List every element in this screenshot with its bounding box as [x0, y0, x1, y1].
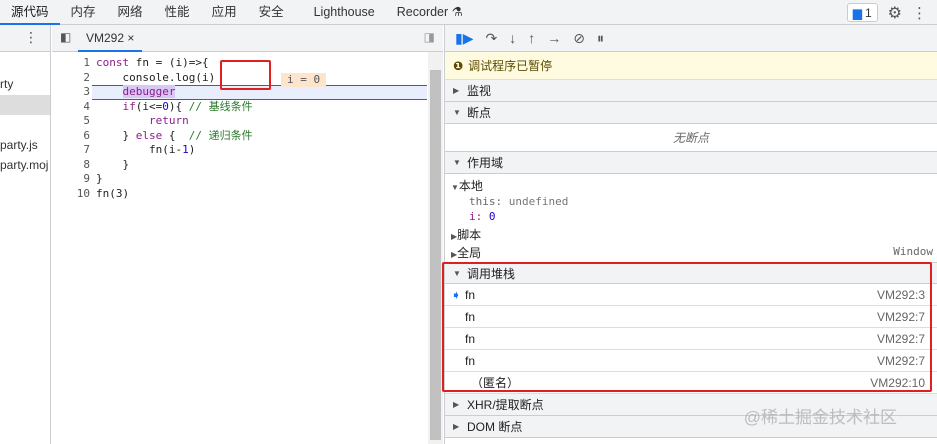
tab-application[interactable]: 应用 [201, 0, 248, 25]
code-line: } [96, 157, 130, 171]
scope-local[interactable]: ▼本地 [451, 177, 483, 194]
inline-value: i = 0 [281, 73, 327, 87]
more-icon[interactable]: ⋮ [24, 29, 38, 46]
section-breakpoints[interactable]: ▼ 断点 [445, 102, 937, 124]
step-icon[interactable]: → [547, 30, 561, 46]
scope-label: 全局 [457, 246, 482, 260]
file-tab-label: VM292 [86, 30, 125, 45]
line-number[interactable]: 8 [52, 158, 90, 173]
paused-text: 调试程序已暂停 [468, 59, 553, 73]
tab-security[interactable]: 安全 [248, 0, 295, 25]
code-line: fn(i-1) [96, 143, 196, 156]
close-icon[interactable]: × [127, 31, 134, 45]
tab-network[interactable]: 网络 [107, 0, 154, 25]
scope-var-this: this: undefined [469, 195, 568, 208]
issues-count: 1 [864, 5, 872, 20]
line-number[interactable]: 1 [52, 56, 90, 71]
debugger-toolbar: ▮▶ ↷ ↓ ↑ → ⊘ ⏸ [445, 25, 937, 52]
file-navigator: ⋮ rty party.js party.moj [0, 25, 51, 444]
message-icon: ▆ [852, 5, 862, 20]
annotation-box [220, 60, 271, 90]
watermark: @稀土掘金技术社区 [743, 408, 897, 427]
code-line: } else { // 递归条件 [96, 128, 253, 142]
nav-selected-item[interactable] [0, 95, 50, 115]
line-number[interactable]: 10 [52, 187, 90, 202]
line-number[interactable]: 5 [52, 114, 90, 129]
code-line: debugger [122, 85, 176, 98]
info-icon: ❶ [453, 58, 464, 73]
section-label: 监视 [467, 84, 492, 98]
nav-item[interactable]: party.moj [0, 158, 48, 172]
code-line: const fn = (i)=>{ [96, 56, 209, 69]
step-out-icon[interactable]: ↑ [528, 30, 535, 46]
code-line: return [148, 114, 189, 127]
line-number[interactable]: 4 [52, 100, 90, 115]
paused-banner: ❶ 调试程序已暂停 [445, 52, 937, 80]
section-watch[interactable]: ▶ 监视 [445, 80, 937, 102]
step-over-icon[interactable]: ↷ [485, 30, 497, 47]
tab-memory[interactable]: 内存 [60, 0, 107, 25]
section-scope[interactable]: ▼ 作用域 [445, 152, 937, 174]
resume-icon[interactable]: ▮▶ [455, 30, 473, 47]
scope-global[interactable]: ▶全局 [451, 244, 481, 261]
line-number[interactable]: 3 [52, 85, 90, 100]
section-label: 作用域 [467, 156, 504, 170]
scope-label: 脚本 [457, 228, 482, 242]
code-line: if(i<=0){ // 基线条件 [122, 99, 253, 113]
line-number[interactable]: 2 [52, 71, 90, 86]
toggle-debugger-icon[interactable]: ◨ [424, 30, 435, 44]
var-value: undefined [508, 195, 569, 208]
line-number[interactable]: 7 [52, 143, 90, 158]
code-line: fn(3) [96, 186, 130, 200]
scope-script[interactable]: ▶脚本 [451, 226, 481, 243]
collapse-icon: ▼ [453, 108, 461, 117]
expand-icon: ▶ [453, 422, 460, 431]
line-number[interactable]: 9 [52, 172, 90, 187]
file-tab-vm292[interactable]: VM292 × [78, 25, 143, 52]
global-value: Window [893, 245, 933, 258]
deactivate-breakpoints-icon[interactable]: ⊘ [573, 30, 585, 47]
more-menu-icon[interactable]: ⋮ [912, 4, 927, 22]
code-line: } [96, 172, 103, 185]
scrollbar[interactable] [428, 52, 443, 444]
tab-lighthouse[interactable]: Lighthouse [303, 0, 386, 25]
expand-icon: ▶ [453, 86, 460, 95]
toggle-navigator-icon[interactable]: ◧ [60, 30, 71, 44]
nav-item[interactable]: party.js [0, 138, 38, 152]
tab-recorder[interactable]: Recorder ⚗ [386, 0, 474, 25]
scope-label: 本地 [458, 179, 483, 193]
line-number[interactable]: 6 [52, 129, 90, 144]
nav-item[interactable]: rty [0, 77, 13, 91]
scope-var-i: i: 0 [469, 210, 496, 223]
section-label: 断点 [467, 106, 492, 120]
tab-sources[interactable]: 源代码 [0, 0, 60, 25]
var-value: 0 [488, 210, 496, 223]
var-name: this: [469, 195, 503, 208]
step-into-icon[interactable]: ↓ [509, 30, 516, 46]
annotation-box [442, 262, 932, 392]
no-breakpoints: 无断点 [445, 124, 937, 152]
pause-on-exceptions-icon[interactable]: ⏸ [597, 30, 604, 47]
scope-tree: ▼本地 this: undefined i: 0 ▶脚本 ▶全局 Window [445, 174, 937, 262]
collapse-icon: ▼ [453, 158, 461, 167]
expand-icon: ▶ [453, 400, 460, 409]
panel-tabbar: 源代码 内存 网络 性能 应用 安全 Lighthouse Recorder ⚗… [0, 0, 937, 25]
issues-button[interactable]: ▆ 1 [846, 3, 878, 22]
var-name: i: [469, 210, 483, 223]
section-label: DOM 断点 [467, 420, 523, 434]
code-editor: ◧ VM292 × ◨ 1 const fn = (i)=>{ 2 console.… [52, 25, 443, 444]
gear-icon[interactable]: ⚙ [888, 3, 902, 23]
code-line: console.log(i) [96, 70, 216, 84]
tab-performance[interactable]: 性能 [154, 0, 201, 25]
section-label: XHR/提取断点 [467, 398, 544, 412]
